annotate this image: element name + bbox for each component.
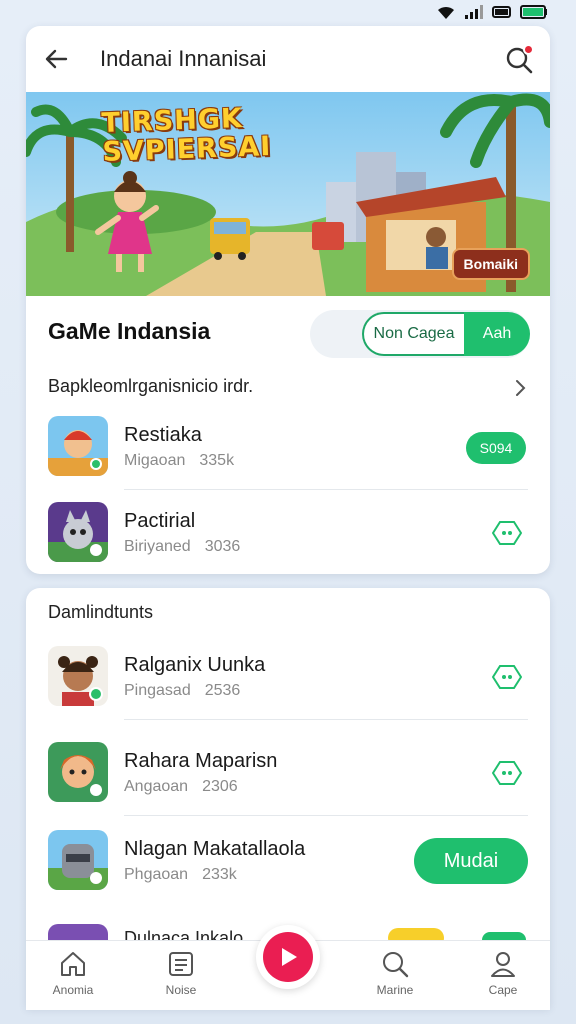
controller-icon[interactable] (492, 520, 522, 546)
main-card: Indanai Innanisai TIRSHGK SVPIERSAI Boma… (26, 26, 550, 574)
game-name: Nlagan Makatallaola (124, 838, 306, 860)
controller-icon[interactable] (492, 760, 522, 786)
subsection-title: Bapkleomlrganisnicio irdr. (48, 376, 254, 396)
controller-icon[interactable] (492, 664, 522, 690)
toggle-option-left[interactable]: Non Cagea (362, 312, 464, 356)
tab-profile[interactable]: Cape (458, 949, 548, 997)
list-icon (169, 952, 193, 976)
app-header: Indanai Innanisai (26, 26, 550, 92)
list-item[interactable]: Pactirial Biriyaned 3036 (26, 490, 550, 574)
wifi-icon (438, 6, 454, 20)
tab-home[interactable]: Anomia (28, 949, 118, 997)
home-icon (61, 952, 85, 976)
game-meta: Migaoan 335k (124, 452, 235, 469)
profile-icon (491, 952, 515, 977)
game-thumbnail (48, 830, 108, 890)
tab-label: Anomia (52, 983, 94, 997)
subsection-header[interactable]: Bapkleomlrganisnicio irdr. (48, 376, 528, 402)
chevron-right-icon (516, 380, 526, 396)
search-icon (383, 952, 409, 978)
tab-label: Marine (376, 983, 414, 997)
battery-small-icon (492, 6, 511, 18)
game-name: Ralganix Uunka (124, 654, 266, 676)
banner-badge[interactable]: Bomaiki (451, 248, 530, 280)
search-button[interactable] (504, 44, 536, 76)
game-thumbnail (48, 416, 108, 476)
list-item[interactable]: Restiaka Migaoan 335k S094 (26, 404, 550, 490)
game-meta: Phgaoan 233k (124, 866, 237, 883)
status-bar (0, 0, 576, 26)
bottom-tab-bar: Anomia Noise Marine Cape (26, 925, 550, 1010)
install-button[interactable]: S094 (466, 432, 526, 464)
play-icon (282, 948, 297, 966)
list-item[interactable]: Rahara Maparisn Angaoan 2306 (26, 730, 550, 816)
game-meta: Biriyaned 3036 (124, 538, 241, 555)
banner-title: TIRSHGK SVPIERSAI (101, 103, 272, 168)
game-meta: Angaoan 2306 (124, 778, 238, 795)
battery-icon (520, 5, 547, 19)
list-item[interactable]: Nlagan Makatallaola Phgaoan 233k Mudai (26, 818, 550, 904)
game-thumbnail (48, 502, 108, 562)
play-fab-button[interactable] (256, 925, 320, 989)
list-item[interactable]: Ralganix Uunka Pingasad 2536 (26, 634, 550, 720)
divider (124, 719, 528, 720)
play-button[interactable]: Mudai (414, 838, 528, 884)
section-header: GaMe Indansia Non Cagea Aah (26, 310, 550, 358)
section-title: Damlindtunts (48, 602, 154, 622)
game-thumbnail (48, 742, 108, 802)
game-name: Pactirial (124, 510, 196, 532)
toggle-option-right[interactable]: Aah (464, 312, 530, 356)
segmented-toggle: Non Cagea Aah (310, 310, 530, 358)
tab-label: Noise (165, 983, 197, 997)
hero-banner[interactable]: TIRSHGK SVPIERSAI Bomaiki (26, 92, 550, 296)
signal-icon (465, 5, 483, 19)
tab-search[interactable]: Marine (350, 949, 440, 997)
game-name: Restiaka (124, 424, 202, 446)
back-arrow-icon[interactable] (42, 44, 72, 74)
notification-dot (523, 44, 534, 55)
page-title: Indanai Innanisai (100, 46, 267, 71)
divider (124, 815, 528, 816)
game-thumbnail (48, 646, 108, 706)
section-title: GaMe Indansia (48, 318, 211, 344)
game-meta: Pingasad 2536 (124, 682, 241, 699)
game-name: Rahara Maparisn (124, 750, 278, 772)
tab-label: Cape (488, 983, 518, 997)
tab-list[interactable]: Noise (136, 949, 226, 997)
